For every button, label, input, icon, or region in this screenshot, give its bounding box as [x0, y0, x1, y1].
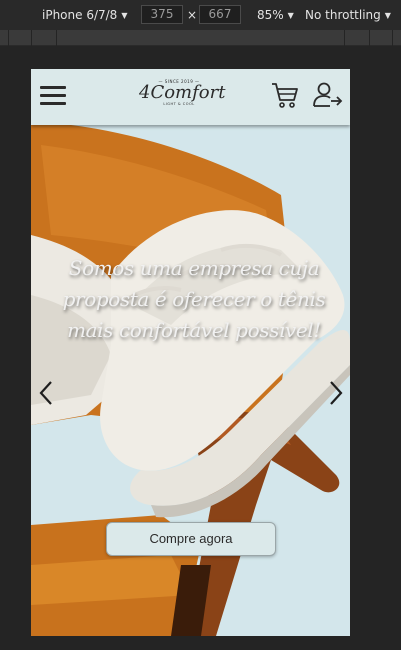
caret-down-icon: ▼: [384, 10, 391, 20]
throttling-selector[interactable]: No throttling ▼: [305, 8, 391, 22]
ruler-tick: [31, 30, 32, 46]
hamburger-menu-icon[interactable]: [40, 85, 66, 107]
device-viewport: — SINCE 2019 — 4Comfort LIGHT & COOL Som…: [31, 69, 350, 636]
devtools-toolbar: iPhone 6/7/8 ▼ 375 × 667 85% ▼ No thrott…: [0, 0, 401, 30]
ruler-tick: [8, 30, 9, 46]
device-selector[interactable]: iPhone 6/7/8 ▼: [42, 8, 127, 22]
hero-image: [31, 125, 350, 636]
ruler-tick: [369, 30, 370, 46]
media-query-ruler[interactable]: [0, 30, 401, 46]
buy-now-button[interactable]: Compre agora: [106, 522, 276, 556]
site-header: — SINCE 2019 — 4Comfort LIGHT & COOL: [31, 69, 350, 125]
ruler-tick: [344, 30, 345, 46]
caret-down-icon: ▼: [287, 10, 294, 20]
logo[interactable]: — SINCE 2019 — 4Comfort LIGHT & COOL: [139, 77, 226, 117]
cart-icon[interactable]: [271, 81, 299, 109]
hero-headline: Somos uma empresa cuja proposta é oferec…: [62, 256, 326, 342]
zoom-value: 85%: [257, 8, 284, 22]
ruler-tick: [392, 30, 393, 46]
viewport-height-input[interactable]: 667: [199, 5, 241, 24]
hero-carousel: Somos uma empresa cuja proposta é oferec…: [31, 125, 350, 636]
caret-down-icon: ▼: [121, 10, 128, 20]
chevron-left-icon[interactable]: [37, 380, 55, 406]
logo-name: 4Comfort: [139, 82, 226, 103]
device-name: iPhone 6/7/8: [42, 8, 118, 22]
chevron-right-icon[interactable]: [327, 380, 345, 406]
dimension-separator: ×: [187, 8, 198, 22]
ruler-tick: [56, 30, 57, 46]
viewport-width-input[interactable]: 375: [141, 5, 183, 24]
user-login-icon[interactable]: [313, 81, 343, 109]
throttling-value: No throttling: [305, 8, 381, 22]
zoom-selector[interactable]: 85% ▼: [257, 8, 294, 22]
